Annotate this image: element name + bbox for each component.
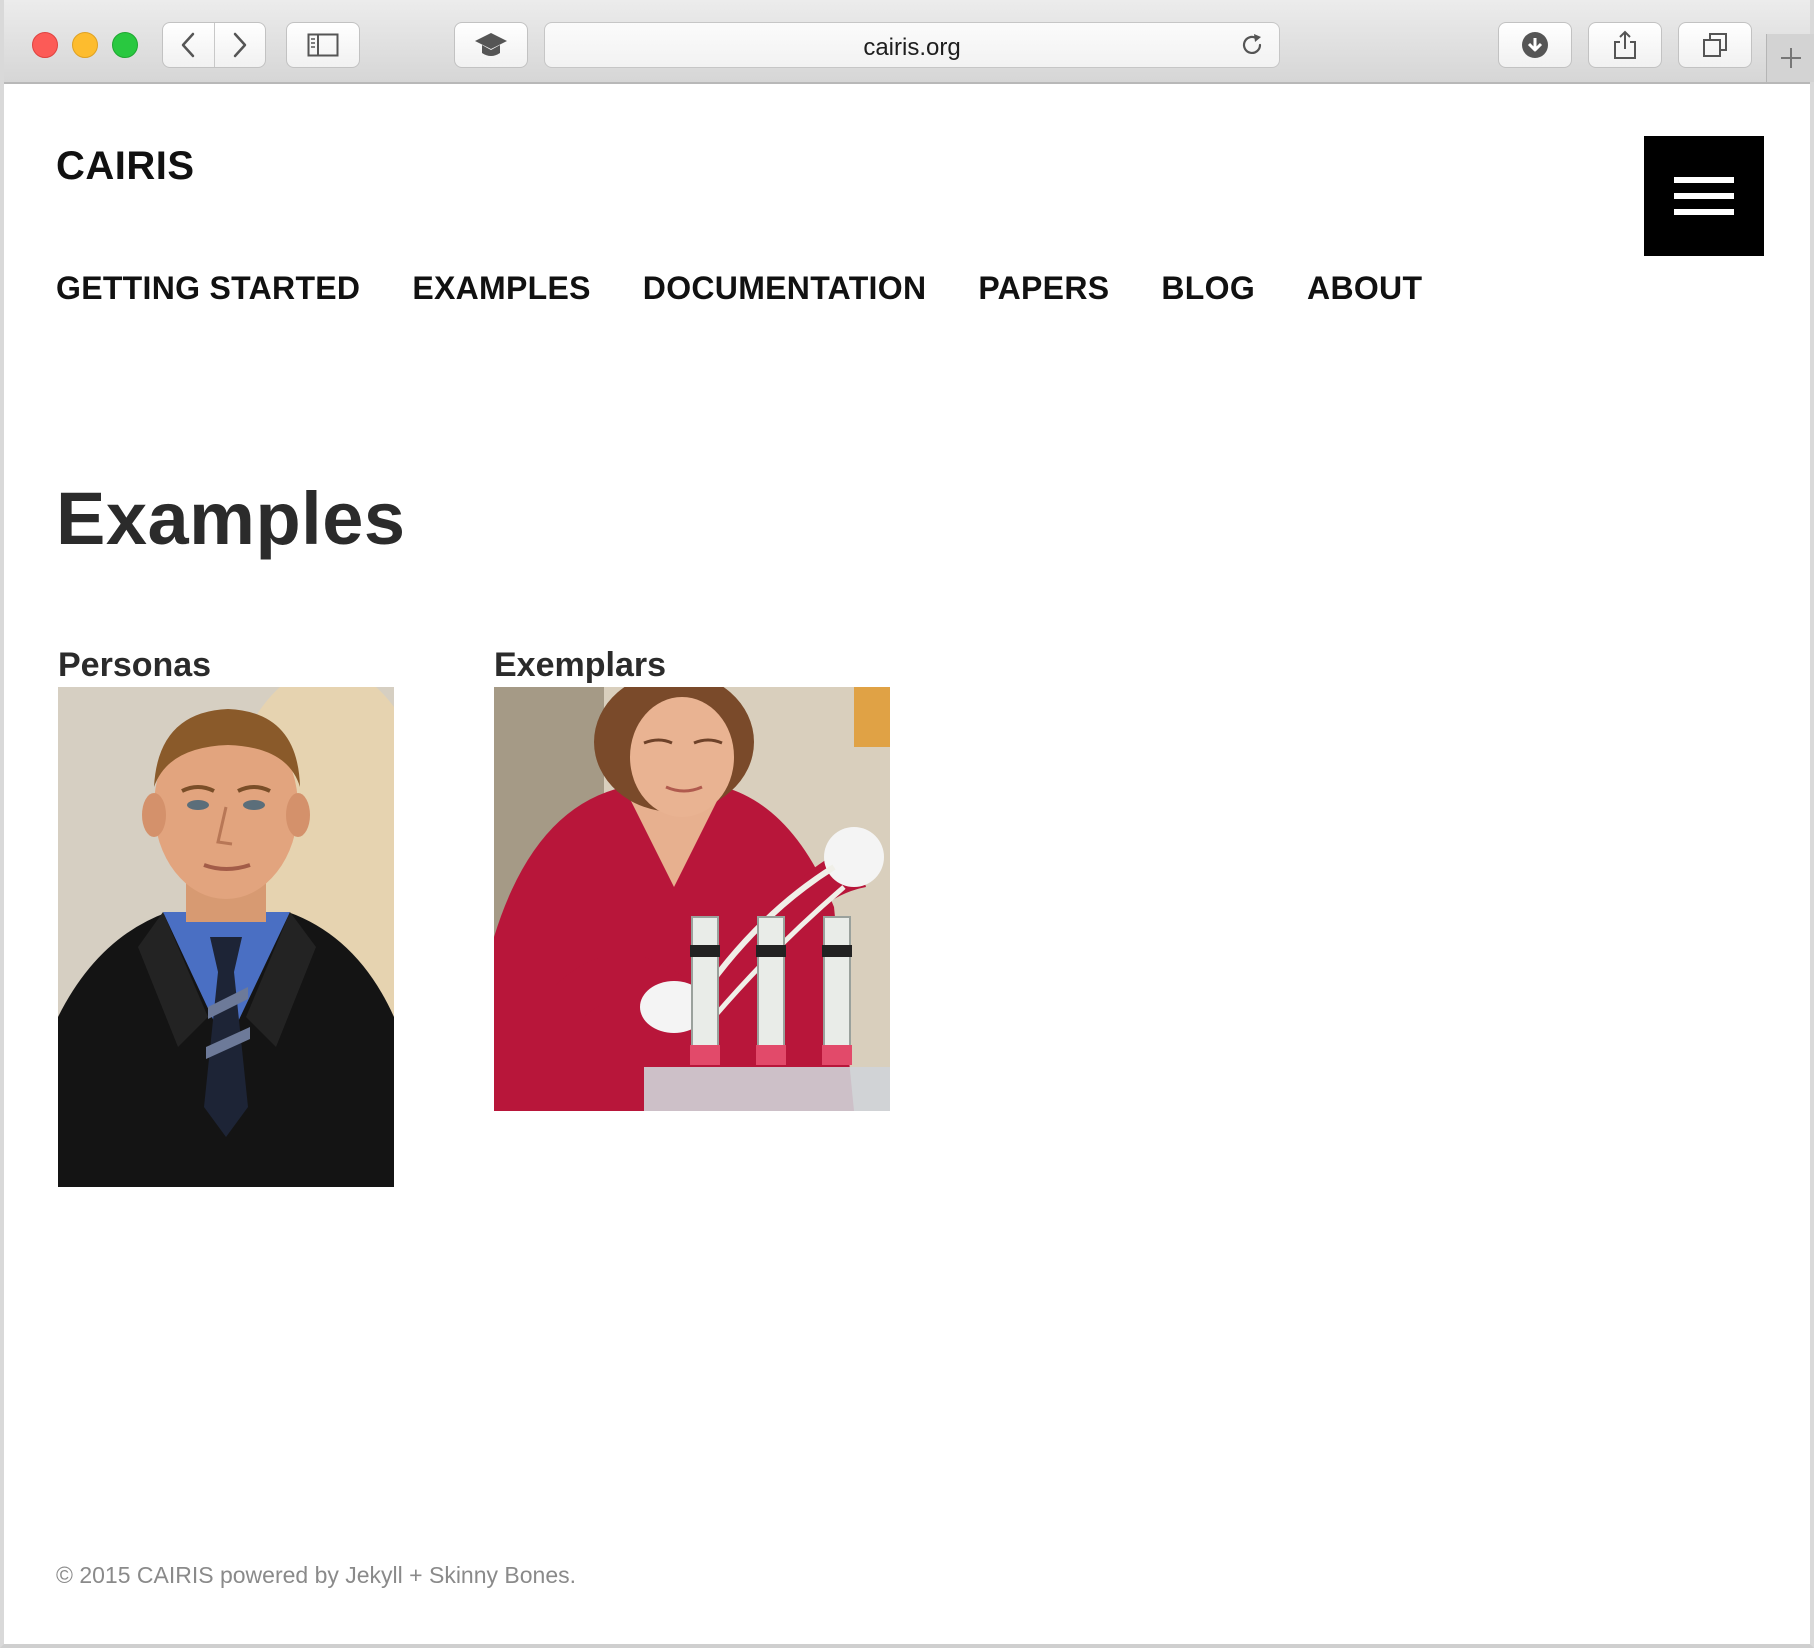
browser-toolbar: cairis.org: [4, 0, 1814, 84]
back-button[interactable]: [163, 23, 214, 67]
sidebar-button[interactable]: [286, 22, 360, 68]
card-title-personas[interactable]: Personas: [58, 646, 394, 685]
address-bar[interactable]: cairis.org: [544, 22, 1280, 68]
share-button[interactable]: [1588, 22, 1662, 68]
menu-button[interactable]: [1644, 136, 1764, 256]
zoom-window-button[interactable]: [112, 32, 138, 58]
hamburger-icon: [1674, 177, 1734, 215]
footer-text: © 2015 CAIRIS powered by Jekyll + Skinny…: [56, 1562, 577, 1588]
minimize-window-button[interactable]: [72, 32, 98, 58]
nav-documentation[interactable]: DOCUMENTATION: [643, 270, 927, 307]
sidebar-icon: [307, 33, 339, 57]
main-navigation: GETTING STARTED EXAMPLES DOCUMENTATION P…: [56, 270, 1422, 307]
forward-button[interactable]: [213, 23, 266, 67]
browser-window: cairis.org CAIRIS GETTING STARTED EXAMPL…: [0, 0, 1814, 1648]
share-icon: [1614, 30, 1636, 59]
new-tab-button[interactable]: [1766, 34, 1814, 82]
personas-portrait-image[interactable]: [58, 687, 394, 1187]
exemplars-lab-image[interactable]: [494, 687, 890, 1111]
reload-icon: [1242, 34, 1262, 54]
nav-examples[interactable]: EXAMPLES: [412, 270, 590, 307]
example-card-personas[interactable]: Personas: [58, 646, 394, 1187]
reload-button[interactable]: [1239, 32, 1265, 63]
download-icon: [1522, 32, 1548, 58]
tabs-overview-button[interactable]: [1678, 22, 1752, 68]
nav-getting-started[interactable]: GETTING STARTED: [56, 270, 360, 307]
chevron-right-icon: [233, 32, 246, 58]
extension-button[interactable]: [454, 22, 528, 68]
nav-blog[interactable]: BLOG: [1161, 270, 1255, 307]
history-navigation: [162, 22, 266, 68]
nav-papers[interactable]: PAPERS: [978, 270, 1109, 307]
card-title-exemplars[interactable]: Exemplars: [494, 646, 890, 685]
example-card-exemplars[interactable]: Exemplars: [494, 646, 890, 1111]
site-title-link[interactable]: CAIRIS: [56, 144, 195, 189]
plus-icon: [1780, 48, 1801, 68]
close-window-button[interactable]: [32, 32, 58, 58]
graduation-cap-icon: [475, 33, 507, 56]
page-title: Examples: [56, 477, 406, 560]
nav-about[interactable]: ABOUT: [1307, 270, 1422, 307]
chevron-left-icon: [182, 32, 195, 58]
url-text: cairis.org: [863, 34, 961, 61]
tabs-overview-icon: [1703, 33, 1727, 57]
downloads-button[interactable]: [1498, 22, 1572, 68]
web-page: CAIRIS GETTING STARTED EXAMPLES DOCUMENT…: [4, 86, 1810, 1644]
